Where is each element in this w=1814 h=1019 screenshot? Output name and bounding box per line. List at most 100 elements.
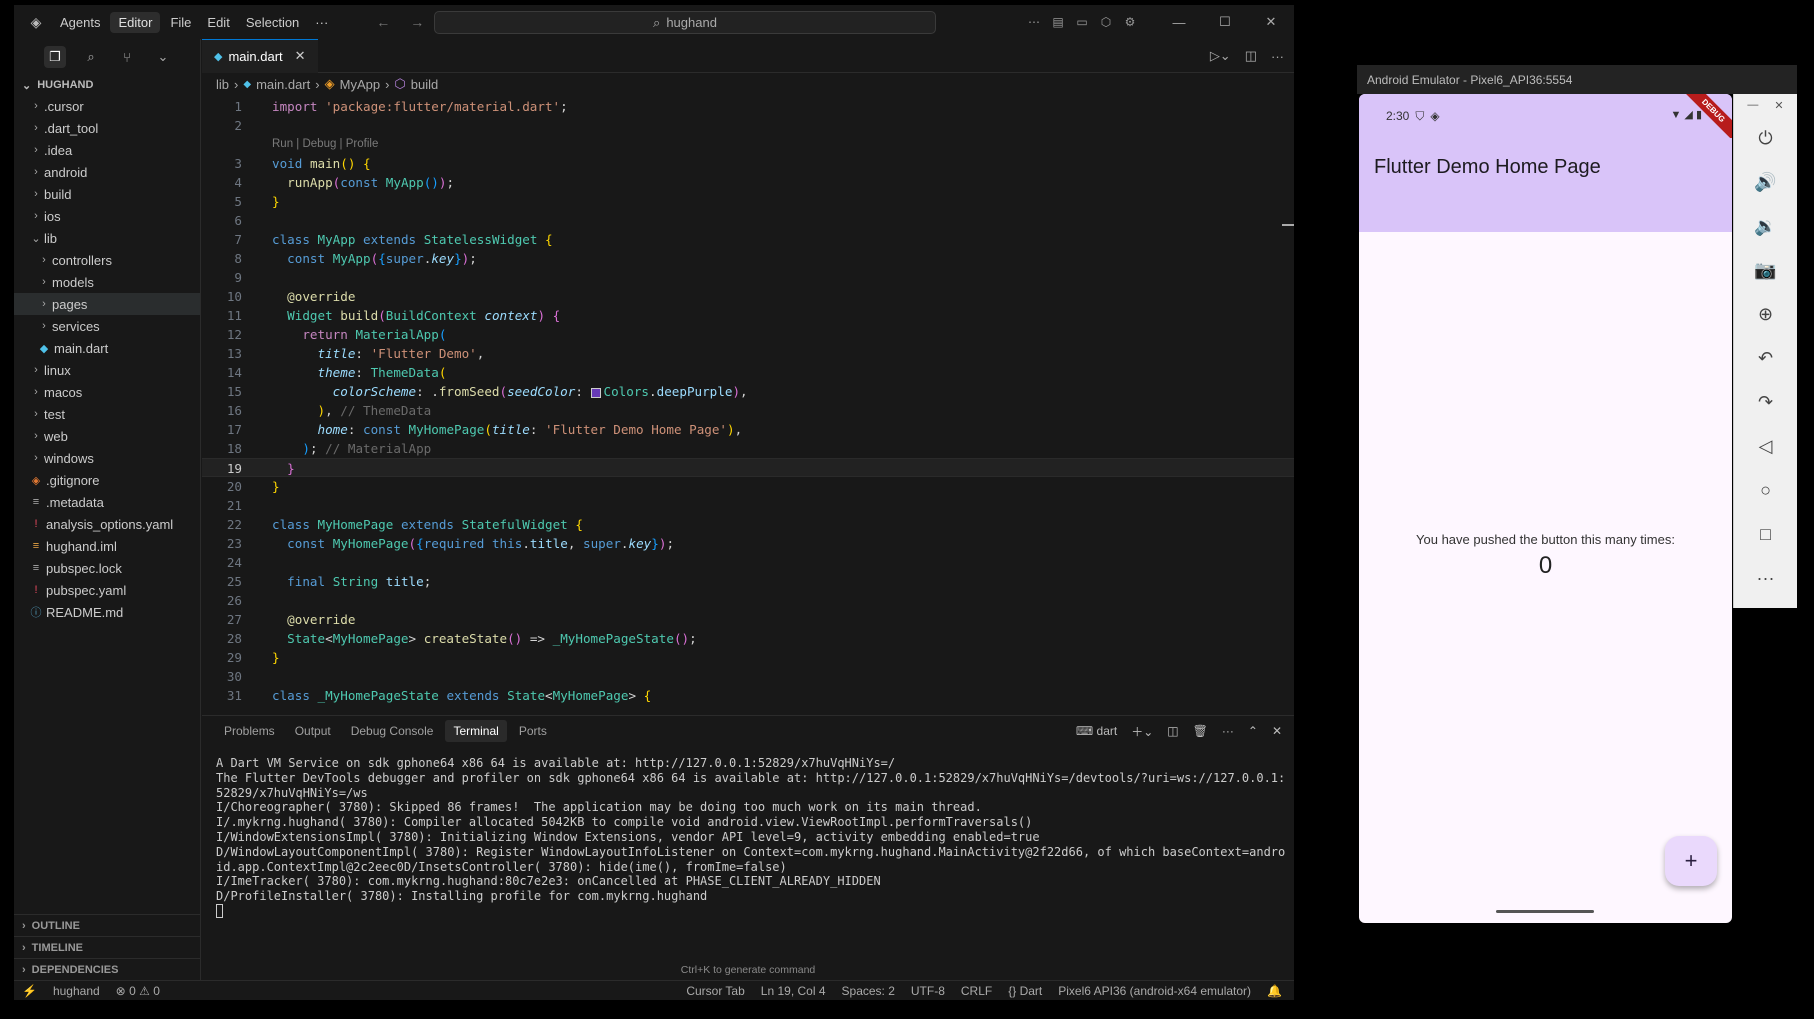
remote-icon[interactable]: ⚡	[22, 984, 37, 998]
trash-icon[interactable]: 🗑	[1193, 724, 1208, 738]
terminal-output[interactable]: A Dart VM Service on sdk gphone64 x86 64…	[216, 756, 1286, 919]
tree-item-controllers[interactable]: › controllers	[14, 249, 200, 271]
settings-gear-icon[interactable]: ⚙	[1118, 15, 1142, 29]
tree-item-metadata[interactable]: ≡ .metadata	[14, 491, 200, 513]
color-swatch-icon[interactable]	[590, 387, 601, 398]
maximize-button[interactable]: ☐	[1202, 14, 1248, 30]
tree-item-analysis-options-yaml[interactable]: ! analysis_options.yaml	[14, 513, 200, 535]
tree-item-idea[interactable]: › .idea	[14, 139, 200, 161]
status-line-ending[interactable]: CRLF	[961, 984, 992, 998]
nav-forward-icon[interactable]: →	[400, 14, 434, 30]
explorer-icon[interactable]: ❐	[44, 46, 66, 68]
tree-item-services[interactable]: › services	[14, 315, 200, 337]
tree-item-android[interactable]: › android	[14, 161, 200, 183]
power-icon[interactable]: ⏻	[1734, 116, 1797, 160]
run-debug-icon[interactable]: ▷⌄	[1210, 48, 1231, 64]
nav-back-icon[interactable]: ←	[366, 14, 400, 30]
scrollbar-marker[interactable]	[1282, 224, 1294, 226]
tree-item-pubspec-yaml[interactable]: ! pubspec.yaml	[14, 579, 200, 601]
extensions-icon[interactable]: ⬡	[1094, 15, 1118, 29]
section-dependencies[interactable]: › DEPENDENCIES	[14, 958, 200, 980]
tree-item-pages[interactable]: › pages	[14, 293, 200, 315]
status-position[interactable]: Ln 19, Col 4	[761, 984, 826, 998]
tab-debug-console[interactable]: Debug Console	[343, 720, 442, 742]
emulator-close-button[interactable]: ✕	[1774, 99, 1783, 112]
terminal-selector[interactable]: ⌨ dart	[1076, 724, 1117, 738]
tree-item-gitignore[interactable]: ◈ .gitignore	[14, 469, 200, 491]
tab-agents[interactable]: Agents	[52, 12, 108, 33]
camera-icon[interactable]: 📷	[1734, 248, 1797, 292]
layout-icon[interactable]: ⋯	[1022, 15, 1046, 29]
zoom-icon[interactable]: ⊕	[1734, 292, 1797, 336]
close-tab-icon[interactable]: ✕	[295, 48, 306, 64]
source-control-icon[interactable]: ⑂	[116, 46, 138, 68]
breadcrumb-method[interactable]: build	[411, 77, 438, 92]
search-icon[interactable]: ⌕	[80, 46, 102, 68]
terminal-prompt[interactable]	[216, 904, 1286, 919]
volume-up-icon[interactable]: 🔊	[1734, 160, 1797, 204]
split-editor-icon[interactable]: ◫	[1245, 48, 1257, 64]
status-language[interactable]: {} Dart	[1008, 984, 1042, 998]
toggle-sidebar-icon[interactable]: ▤	[1046, 15, 1070, 29]
home-icon[interactable]: ○	[1734, 468, 1797, 512]
tree-item-pubspec-lock[interactable]: ≡ pubspec.lock	[14, 557, 200, 579]
status-device[interactable]: Pixel6 API36 (android-x64 emulator)	[1058, 984, 1251, 998]
tab-editor[interactable]: Editor	[110, 11, 161, 33]
codelens-run-debug[interactable]: Run | Debug | Profile	[202, 135, 1294, 154]
breadcrumb-file[interactable]: main.dart	[256, 77, 310, 92]
gesture-nav-bar[interactable]	[1496, 910, 1594, 913]
status-encoding[interactable]: UTF-8	[911, 984, 945, 998]
command-search-input[interactable]: ⌕ hughand	[434, 11, 936, 34]
volume-down-icon[interactable]: 🔉	[1734, 204, 1797, 248]
chevron-down-icon[interactable]: ⌄	[152, 46, 174, 68]
status-indentation[interactable]: Spaces: 2	[842, 984, 895, 998]
explorer-root[interactable]: ⌄ HUGHAND	[14, 75, 200, 95]
tree-item-readme-md[interactable]: ⓘ README.md	[14, 601, 200, 623]
more-actions-icon[interactable]: ···	[1222, 724, 1234, 738]
problems-indicator[interactable]: ⊗ 0 ⚠ 0	[116, 984, 160, 998]
tree-item-models[interactable]: › models	[14, 271, 200, 293]
new-terminal-icon[interactable]: ＋⌄	[1131, 723, 1153, 740]
split-terminal-icon[interactable]: ◫	[1167, 724, 1178, 738]
tree-item-web[interactable]: › web	[14, 425, 200, 447]
rotate-left-icon[interactable]: ↶	[1734, 336, 1797, 380]
tree-item-test[interactable]: › test	[14, 403, 200, 425]
phone-screen[interactable]: 2:30 ⛉ ◈ ▼ ◢ ▮ DEBUG Flutter Demo Home P…	[1359, 94, 1732, 923]
increment-fab-button[interactable]: +	[1665, 836, 1717, 886]
workspace-name[interactable]: hughand	[53, 984, 100, 998]
tree-item-linux[interactable]: › linux	[14, 359, 200, 381]
emulator-minimize-button[interactable]: —	[1747, 99, 1758, 111]
menu-selection[interactable]: Selection	[238, 12, 307, 33]
code-area[interactable]: 1 import 'package:flutter/material.dart';…	[202, 97, 1294, 705]
tree-item-main-dart[interactable]: ◆ main.dart	[14, 337, 200, 359]
menu-file[interactable]: File	[162, 12, 199, 33]
tree-item-build[interactable]: › build	[14, 183, 200, 205]
tab-problems[interactable]: Problems	[216, 720, 283, 742]
overview-icon[interactable]: □	[1734, 512, 1797, 556]
section-timeline[interactable]: › TIMELINE	[14, 936, 200, 958]
tree-item-cursor[interactable]: › .cursor	[14, 95, 200, 117]
close-window-button[interactable]: ✕	[1248, 14, 1294, 30]
maximize-panel-icon[interactable]: ⌃	[1248, 724, 1258, 738]
status-cursor-tab[interactable]: Cursor Tab	[686, 984, 744, 998]
more-icon[interactable]: ···	[1734, 556, 1797, 600]
tree-item-hughand-iml[interactable]: ≡ hughand.iml	[14, 535, 200, 557]
menu-edit[interactable]: Edit	[199, 12, 237, 33]
tab-output[interactable]: Output	[287, 720, 339, 742]
tree-item-macos[interactable]: › macos	[14, 381, 200, 403]
tree-item-windows[interactable]: › windows	[14, 447, 200, 469]
close-panel-icon[interactable]: ✕	[1272, 724, 1282, 738]
more-actions-icon[interactable]: ···	[1271, 49, 1284, 64]
toggle-panel-icon[interactable]: ▭	[1070, 15, 1094, 29]
minimize-button[interactable]: —	[1156, 15, 1202, 30]
rotate-right-icon[interactable]: ↷	[1734, 380, 1797, 424]
editor-tab-main-dart[interactable]: ◆ main.dart ✕	[202, 38, 318, 73]
tree-item-lib[interactable]: ⌄ lib	[14, 227, 200, 249]
tree-item-dart-tool[interactable]: › .dart_tool	[14, 117, 200, 139]
breadcrumb-class[interactable]: MyApp	[340, 77, 380, 92]
menu-more[interactable]: ···	[307, 12, 336, 33]
tree-item-ios[interactable]: › ios	[14, 205, 200, 227]
back-icon[interactable]: ◁	[1734, 424, 1797, 468]
breadcrumb-lib[interactable]: lib	[216, 77, 229, 92]
bell-icon[interactable]: 🔔	[1267, 984, 1282, 998]
